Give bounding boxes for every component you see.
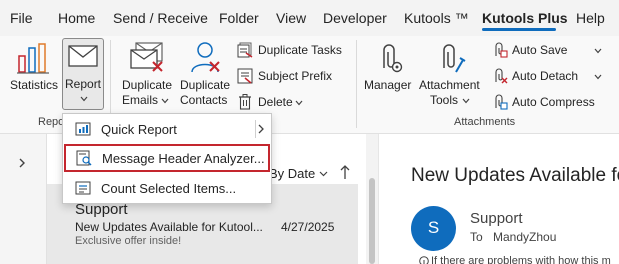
chevron-down-icon [594,48,602,54]
subject-prefix-icon [237,68,253,84]
delete-button[interactable]: Delete [237,94,309,112]
auto-detach-label: Auto Detach [512,69,579,83]
trash-icon [239,94,251,110]
tab-developer[interactable]: Developer [323,10,387,26]
count-items-icon [75,181,91,195]
report-button[interactable]: Report [62,38,104,110]
tab-send-receive[interactable]: Send / Receive [113,10,208,26]
chevron-down-icon [319,171,328,177]
quick-report-label: Quick Report [101,122,177,137]
tab-kutools[interactable]: Kutools ™ [404,10,469,26]
tab-view[interactable]: View [276,10,306,26]
auto-detach-button[interactable]: Auto Detach [492,68,608,86]
auto-compress-icon [495,94,508,110]
report-dropdown-menu: Quick Report Message Header Analyzer... … [62,113,272,204]
count-selected-items-label: Count Selected Items... [101,181,237,196]
auto-save-button[interactable]: Auto Save [492,42,608,60]
manager-label: Manager [364,78,412,92]
auto-save-label: Auto Save [512,43,568,57]
avatar[interactable]: S [411,206,456,251]
tab-file[interactable]: File [10,10,33,26]
info-icon [419,256,429,264]
duplicate-tasks-label: Duplicate Tasks [258,43,342,57]
menu-item-count-selected-items[interactable]: Count Selected Items... [63,174,271,202]
statistics-button[interactable]: Statistics [6,38,60,110]
mail-subject: New Updates Available for Kutool... [75,220,263,234]
sort-control[interactable]: By Date [269,166,339,184]
delete-label: Delete [258,95,293,109]
submenu-divider [255,120,256,138]
duplicate-tasks-icon [237,42,253,58]
auto-compress-button[interactable]: Auto Compress [492,94,608,112]
menu-item-quick-report[interactable]: Quick Report [63,115,271,143]
reading-pane: New Updates Available fo S Support To Ma… [378,134,619,264]
attachment-tools-label-line2: Tools [430,93,459,107]
attachment-tools-label-line1: Attachment [419,78,480,92]
duplicate-emails-icon [130,42,163,72]
tab-kutools-plus[interactable]: Kutools Plus [482,10,568,26]
attachment-tools-button[interactable]: Attachment Tools [416,38,486,110]
sort-direction-arrow-icon[interactable] [340,164,350,180]
active-tab-indicator [482,28,556,31]
chevron-right-icon [258,124,264,134]
message-header-analyzer-label: Message Header Analyzer... [102,151,265,166]
report-label: Report [65,77,102,91]
chevron-down-icon [594,74,602,80]
duplicate-tasks-button[interactable]: Duplicate Tasks [237,42,347,60]
duplicate-contacts-button[interactable]: Duplicate Contacts [176,38,234,110]
tab-help[interactable]: Help [576,10,605,26]
message-title: New Updates Available fo [411,165,619,186]
tab-folder[interactable]: Folder [219,10,259,26]
message-recipient[interactable]: MandyZhou [493,230,556,244]
duplicate-emails-label-line1: Duplicate [122,78,173,92]
chevron-down-icon [161,98,169,104]
subject-prefix-button[interactable]: Subject Prefix [237,68,347,86]
quick-report-icon [75,122,91,136]
tab-home[interactable]: Home [58,10,95,26]
bar-chart-icon [17,43,49,74]
avatar-letter: S [427,218,440,237]
chevron-down-icon [462,98,470,104]
mail-date: 4/27/2025 [281,220,335,234]
duplicate-emails-label-line2: Emails [122,93,159,107]
attachment-tools-icon [443,44,466,73]
chevron-down-icon [295,100,303,106]
auto-save-icon [495,42,508,58]
folder-pane-collapsed [0,134,47,264]
chevron-down-icon [80,96,88,102]
auto-compress-label: Auto Compress [512,95,595,109]
statistics-label: Statistics [10,78,59,92]
chevron-right-icon[interactable] [18,158,26,168]
message-info-bar: If there are problems with how this m [431,255,611,264]
scrollbar-thumb[interactable] [369,178,375,264]
paperclip-gear-icon [383,44,403,73]
duplicate-contacts-label-line2: Contacts [180,93,228,107]
duplicate-emails-button[interactable]: Duplicate Emails [116,38,176,110]
auto-detach-icon [495,68,508,84]
menu-bar: File Home Send / Receive Folder View Dev… [0,0,619,36]
envelope-icon [68,45,98,67]
mail-preview: Exclusive offer inside! [75,235,182,247]
menu-item-message-header-analyzer[interactable]: Message Header Analyzer... [64,144,270,172]
subject-prefix-label: Subject Prefix [258,69,333,83]
message-sender[interactable]: Support [470,210,523,227]
header-analyzer-icon [76,150,92,166]
ribbon-separator [356,40,357,128]
group-label-report: Repo [38,116,65,128]
manager-button[interactable]: Manager [362,38,416,110]
sort-label: By Date [269,166,316,181]
to-label: To [470,230,483,244]
mail-list-scrollbar[interactable] [366,134,378,264]
duplicate-contacts-icon [191,42,220,73]
group-label-attachments: Attachments [454,116,516,128]
duplicate-contacts-label-line1: Duplicate [180,78,231,92]
